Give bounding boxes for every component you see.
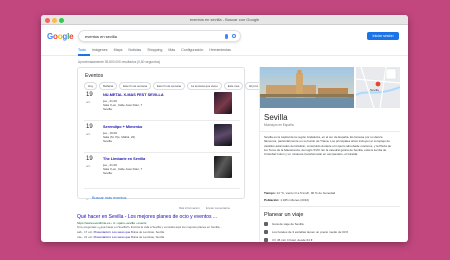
result-row-place: Bolsa de Lentinas, Sevilla — [131, 229, 165, 234]
plan-item[interactable]: 3 h 45 min 4 hotel, desde 64 € — [264, 238, 312, 242]
plan-item[interactable]: Los hoteles de 3 estrellas tienen un pre… — [264, 230, 349, 235]
result-row-title[interactable]: Presentación: Los seres que — [94, 230, 131, 234]
result-title[interactable]: Qué hacer en Sevilla - Los mejores plane… — [77, 214, 247, 220]
event-city: Sevilla — [103, 171, 112, 175]
search-input[interactable]: eventos en sevilla — [85, 34, 117, 39]
entity-title: Sevilla — [264, 113, 288, 122]
tab-maps[interactable]: Maps — [114, 48, 123, 52]
tab-configuracion[interactable]: Configuración — [181, 48, 203, 52]
window-title: eventos en sevilla - Buscar con Google — [189, 17, 260, 22]
population-label: Población: — [264, 198, 280, 202]
result-row-date: sab., 17 oct. — [77, 229, 93, 234]
result-stats: Aproximadamente 35.800.000 resultados (0… — [78, 60, 161, 64]
event-item[interactable]: 19 oct. Serendipo + Mimenko jue., 19:00 … — [86, 124, 236, 151]
divider — [260, 206, 400, 207]
weather-value: 14 °C, viento O a 5 km/h, 90 % de humeda… — [276, 191, 336, 195]
event-item[interactable]: 19 oct. NU-METAL X-MAS FEST SEVILLA jue.… — [86, 92, 236, 119]
arrow-right-icon: → — [85, 196, 89, 201]
entity-description: Sevilla es la capital de la región Andal… — [264, 135, 392, 157]
chip-este-mes[interactable]: Este mes — [223, 82, 244, 90]
search-tabs: Todo Imágenes Maps Noticias Shopping Más… — [78, 48, 231, 52]
weather-label: Tiempo: — [264, 191, 276, 195]
population-value: 1.945 millones (2016) — [280, 198, 310, 202]
event-thumbnail[interactable] — [214, 156, 232, 178]
event-city: Sevilla — [103, 107, 112, 111]
divider — [260, 131, 400, 132]
divider — [84, 152, 240, 153]
event-item[interactable]: 19 oct. The Limbarie en Sevilla jue., 21… — [86, 156, 236, 183]
weather-fact: Tiempo: 14 °C, viento O a 5 km/h, 90 % d… — [264, 191, 335, 195]
plan-trip-heading: Planear un viaje — [264, 212, 304, 218]
chip-hoy[interactable]: Hoy — [84, 82, 97, 90]
search-box[interactable]: eventos en sevilla — [78, 30, 241, 42]
more-events-link[interactable]: Buscar más eventos — [92, 196, 126, 200]
event-day: 19 — [86, 124, 93, 130]
result-row-place: Bolsa de Lentinas, Sevilla — [131, 234, 165, 239]
result-row-date: mie., 21 oct. — [77, 234, 93, 239]
tab-mas[interactable]: Más — [168, 48, 175, 52]
chip-fin-de-semana-2[interactable]: Este fin de semana — [153, 82, 185, 90]
search-icon[interactable] — [232, 33, 236, 38]
title-bar: eventos en sevilla - Buscar con Google — [41, 15, 408, 25]
chip-fin-de-semana[interactable]: Este fin de semana — [119, 82, 152, 90]
event-thumbnail[interactable] — [214, 92, 232, 114]
event-month: oct. — [86, 132, 91, 136]
event-city: Sevilla — [103, 139, 112, 143]
location-map[interactable]: Sevilla — [356, 67, 400, 108]
event-thumbnail[interactable] — [214, 124, 232, 146]
result-row: mie., 21 oct. Presentación: Los seres qu… — [77, 234, 247, 240]
plan-item-label: Los hoteles de 3 estrellas tienen un pre… — [272, 230, 349, 234]
chip-manana[interactable]: Mañana — [98, 82, 118, 90]
chip-semana-que-viene[interactable]: La semana que viene — [187, 82, 222, 90]
sevilla-photo[interactable] — [260, 67, 354, 108]
event-name[interactable]: Serendipo + Mimenko — [103, 125, 142, 129]
google-header: Google eventos en sevilla Iniciar sesión — [41, 25, 408, 49]
google-logo[interactable]: Google — [47, 32, 74, 41]
events-title: Eventos — [85, 73, 104, 79]
plan-item-label: 3 h 45 min 4 hotel, desde 64 € — [272, 238, 313, 242]
event-day: 19 — [86, 92, 93, 98]
tabs-divider — [41, 55, 408, 56]
event-month: oct. — [86, 100, 91, 104]
tab-herramientas[interactable]: Herramientas — [209, 48, 231, 52]
hotel-icon — [264, 230, 268, 235]
active-tab-indicator — [78, 54, 90, 56]
tab-todo[interactable]: Todo — [78, 48, 86, 52]
population-fact: Población: 1.945 millones (2016) — [264, 198, 309, 202]
result-row-title[interactable]: Presentación: Los seres que — [94, 235, 131, 239]
map-city-label: Sevilla — [370, 88, 379, 92]
microphone-icon[interactable] — [225, 33, 228, 39]
plan-item-label: Guía de viaje de Sevilla — [272, 222, 304, 226]
flight-icon — [264, 238, 268, 242]
divider — [84, 188, 240, 189]
browser-window: eventos en sevilla - Buscar con Google G… — [41, 15, 408, 242]
search-result: Qué hacer en Sevilla - Los mejores plane… — [77, 214, 247, 239]
guide-icon — [264, 222, 268, 227]
more-info-link[interactable]: Más información — [179, 206, 200, 210]
knowledge-panel: Sevilla Sevilla Municipio en España Sevi… — [259, 67, 400, 242]
event-name[interactable]: NU-METAL X-MAS FEST SEVILLA — [103, 93, 164, 97]
tab-noticias[interactable]: Noticias — [128, 48, 141, 52]
tab-imagenes[interactable]: Imágenes — [92, 48, 108, 52]
event-month: oct. — [86, 164, 91, 168]
sevilla-skyline-image — [260, 67, 354, 108]
event-name[interactable]: The Limbarie en Sevilla — [103, 157, 145, 161]
signin-button[interactable]: Iniciar sesión — [367, 32, 399, 40]
tab-shopping[interactable]: Shopping — [147, 48, 162, 52]
events-filter-chips: Hoy Mañana Este fin de semana Este fin d… — [84, 82, 263, 90]
entity-subtitle: Municipio en España — [264, 123, 294, 127]
send-feedback-link[interactable]: Enviar comentarios — [206, 206, 230, 210]
events-card: Eventos Hoy Mañana Este fin de semana Es… — [77, 67, 263, 201]
divider — [84, 120, 240, 121]
plan-item[interactable]: Guía de viaje de Sevilla — [264, 222, 304, 227]
event-day: 19 — [86, 156, 93, 162]
